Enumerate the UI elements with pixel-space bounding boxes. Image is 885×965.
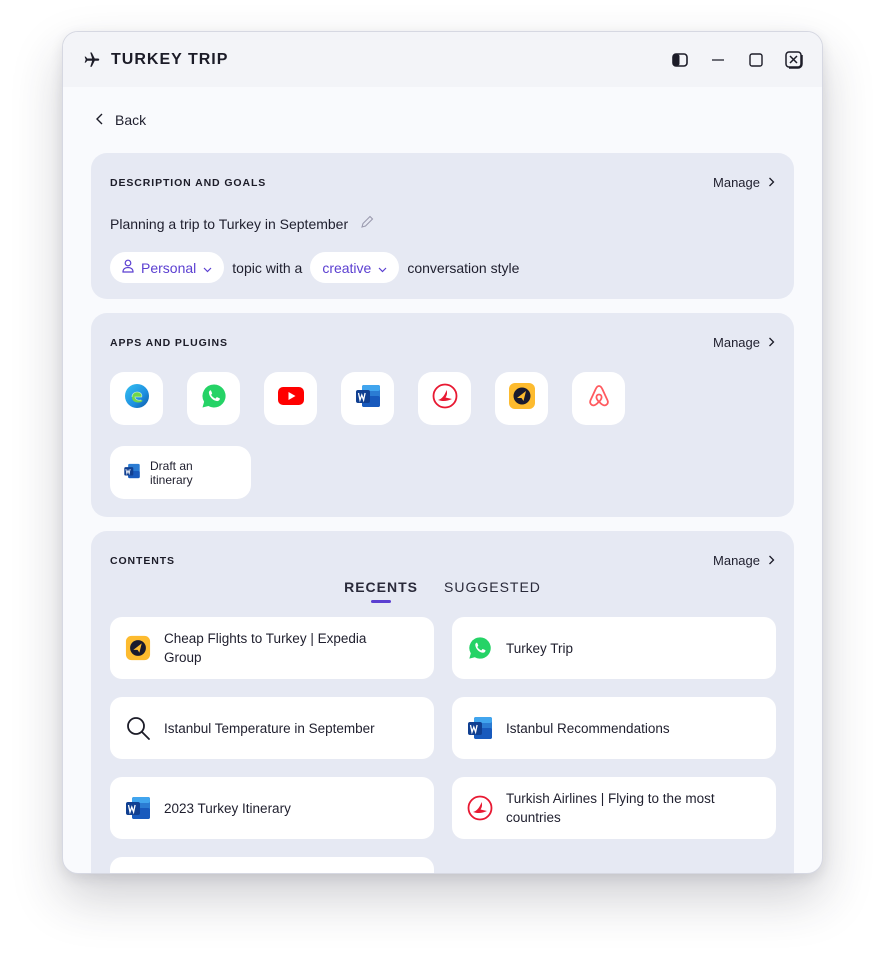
search-icon bbox=[124, 714, 152, 742]
content-item-label: Cheap Flights to Turkey | Expedia Group bbox=[164, 631, 367, 665]
style-end-text: conversation style bbox=[407, 259, 520, 276]
contents-manage-link[interactable]: Manage bbox=[713, 553, 775, 568]
content-item-word[interactable]: Istanbul Recommendations bbox=[452, 697, 776, 759]
content-item-label: 2023 Turkey Itinerary bbox=[164, 800, 291, 816]
content-item-turkish-airlines[interactable]: Turkish Airlines | Flying to the most co… bbox=[452, 777, 776, 839]
edge-icon bbox=[123, 382, 151, 415]
chevron-right-icon bbox=[768, 335, 775, 350]
word-icon bbox=[123, 462, 141, 483]
app-list bbox=[110, 372, 775, 425]
chevron-down-icon bbox=[378, 260, 387, 276]
content-item-label: Turkey Trip bbox=[506, 640, 574, 656]
description-text: Planning a trip to Turkey in September bbox=[110, 215, 349, 232]
window-title: TURKEY TRIP bbox=[111, 50, 229, 68]
style-dropdown[interactable]: creative bbox=[310, 252, 400, 283]
airbnb-icon bbox=[585, 382, 613, 415]
content-item-word[interactable]: 2023 Turkey Itinerary bbox=[110, 777, 434, 839]
manage-label: Manage bbox=[713, 335, 760, 350]
edit-pencil-icon[interactable] bbox=[360, 215, 374, 232]
description-card: DESCRIPTION AND GOALS Manage Planning a … bbox=[91, 153, 794, 299]
app-airbnb[interactable] bbox=[572, 372, 625, 425]
draft-itinerary-button[interactable]: Draft an itinerary bbox=[110, 446, 251, 499]
tab-suggested[interactable]: SUGGESTED bbox=[444, 579, 541, 603]
main-content: Back DESCRIPTION AND GOALS Manage Planni… bbox=[63, 87, 822, 873]
contents-card: CONTENTS Manage RECENTS SUGGESTED Cheap … bbox=[91, 531, 794, 873]
content-item-search[interactable]: Istanbul Temperature in September bbox=[110, 697, 434, 759]
whatsapp-icon bbox=[466, 634, 494, 662]
app-edge[interactable] bbox=[110, 372, 163, 425]
app-turkish-airlines[interactable] bbox=[418, 372, 471, 425]
word-icon bbox=[124, 794, 152, 822]
description-heading: DESCRIPTION AND GOALS bbox=[110, 176, 267, 189]
chevron-right-icon bbox=[768, 175, 775, 190]
chevron-down-icon bbox=[203, 260, 212, 276]
minimize-icon[interactable] bbox=[708, 50, 728, 70]
content-item-label: Turkish Airlines | Flying to the most co… bbox=[506, 791, 715, 825]
person-icon bbox=[122, 259, 134, 276]
chevron-left-icon bbox=[95, 112, 105, 128]
turkish-airlines-icon bbox=[431, 382, 459, 415]
turkish-airlines-icon bbox=[466, 794, 494, 822]
maximize-icon[interactable] bbox=[746, 50, 766, 70]
app-window: TURKEY TRIP Back DESCRIPTION AND GOALS M… bbox=[62, 31, 823, 874]
apps-heading: APPS AND PLUGINS bbox=[110, 336, 228, 349]
back-label: Back bbox=[115, 112, 147, 128]
title-bar: TURKEY TRIP bbox=[63, 32, 822, 87]
window-controls bbox=[670, 50, 804, 70]
expedia-icon bbox=[508, 382, 536, 415]
style-value: creative bbox=[322, 259, 372, 276]
topic-mid-text: topic with a bbox=[232, 259, 303, 276]
app-whatsapp[interactable] bbox=[187, 372, 240, 425]
contents-heading: CONTENTS bbox=[110, 554, 175, 567]
airplane-icon bbox=[81, 50, 101, 70]
apps-card: APPS AND PLUGINS Manage Draft an itinera… bbox=[91, 313, 794, 517]
content-item-airbnb[interactable] bbox=[110, 857, 434, 873]
expedia-icon bbox=[124, 634, 152, 662]
app-expedia[interactable] bbox=[495, 372, 548, 425]
contents-list: Cheap Flights to Turkey | Expedia Group … bbox=[110, 617, 776, 873]
whatsapp-icon bbox=[200, 382, 228, 415]
topic-value: Personal bbox=[141, 259, 197, 276]
content-item-label: Istanbul Temperature in September bbox=[164, 720, 375, 736]
sidebar-toggle-icon[interactable] bbox=[670, 50, 690, 70]
chevron-right-icon bbox=[768, 553, 775, 568]
word-icon bbox=[466, 714, 494, 742]
description-manage-link[interactable]: Manage bbox=[713, 175, 775, 190]
youtube-icon bbox=[277, 386, 305, 411]
content-item-label: Istanbul Recommendations bbox=[506, 720, 670, 736]
manage-label: Manage bbox=[713, 175, 760, 190]
tab-recents[interactable]: RECENTS bbox=[344, 579, 418, 603]
content-item-expedia[interactable]: Cheap Flights to Turkey | Expedia Group bbox=[110, 617, 434, 679]
word-icon bbox=[354, 382, 382, 415]
app-word[interactable] bbox=[341, 372, 394, 425]
manage-label: Manage bbox=[713, 553, 760, 568]
contents-tabs: RECENTS SUGGESTED bbox=[91, 579, 794, 603]
apps-manage-link[interactable]: Manage bbox=[713, 335, 775, 350]
close-icon[interactable] bbox=[784, 50, 804, 70]
back-button[interactable]: Back bbox=[95, 109, 175, 131]
draft-itinerary-label: Draft an itinerary bbox=[150, 458, 193, 487]
content-item-whatsapp[interactable]: Turkey Trip bbox=[452, 617, 776, 679]
topic-dropdown[interactable]: Personal bbox=[110, 252, 225, 283]
app-youtube[interactable] bbox=[264, 372, 317, 425]
airbnb-icon bbox=[124, 869, 152, 873]
